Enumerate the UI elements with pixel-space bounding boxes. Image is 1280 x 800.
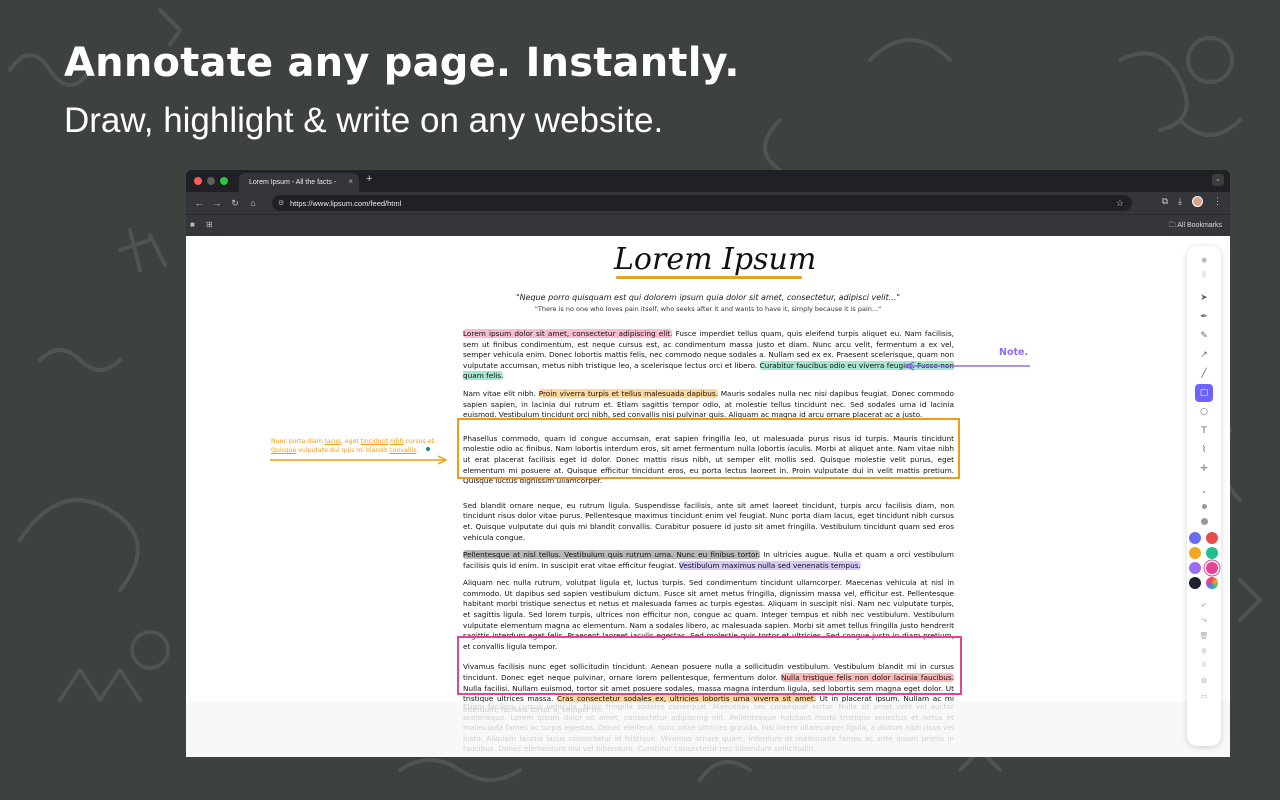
color-picker-icon[interactable] xyxy=(1205,577,1218,589)
color-green[interactable] xyxy=(1205,547,1218,559)
page-quote-translation: "There is no one who loves pain itself, … xyxy=(534,305,882,313)
close-window-button[interactable] xyxy=(194,177,202,185)
profile-avatar[interactable] xyxy=(1192,196,1203,207)
web-page: Lorem Ipsum "Neque porro quisquam est qu… xyxy=(186,236,1230,757)
window-controls xyxy=(194,177,228,185)
note-annotation-label[interactable]: Note. xyxy=(999,347,1028,358)
paragraph-5: Pellentesque at nisl tellus. Vestibulum … xyxy=(463,550,954,571)
tab-search-icon[interactable]: ⌄ xyxy=(1212,174,1224,186)
new-tab-button[interactable]: + xyxy=(366,173,372,185)
logo-underline xyxy=(616,276,802,279)
highlight-gray: Pellentesque at nisl tellus. Vestibulum … xyxy=(463,550,761,560)
display-icon[interactable]: ▭ xyxy=(1195,689,1213,703)
stroke-size-large[interactable] xyxy=(1195,515,1213,529)
cursor-icon[interactable]: ➤ xyxy=(1195,289,1213,307)
menu-icon[interactable]: ⋮ xyxy=(1213,196,1222,207)
camera-icon[interactable]: ⌷ xyxy=(1195,659,1213,673)
laser-icon[interactable]: ✛ xyxy=(1195,460,1213,478)
highlight-pink: Lorem ipsum dolor sit amet, consectetur … xyxy=(463,329,673,338)
tune-icon[interactable]: ⚙ xyxy=(278,199,284,207)
rectangle-annotation-orange[interactable] xyxy=(457,418,960,479)
paragraph-2: Nam vitae elit nibh. Proin viverra turpi… xyxy=(463,388,954,421)
tab-close-icon[interactable]: × xyxy=(348,177,353,186)
extensions-icon[interactable]: ⧉ xyxy=(1162,196,1168,207)
star-icon[interactable]: ☆ xyxy=(1116,198,1124,209)
side-note-text: Quisque xyxy=(271,447,297,454)
paragraph-8-faded: Etiam facilisis cursus vehicula. Nunc fr… xyxy=(463,702,954,754)
toolbar-right: ⧉ ⤓ ⋮ xyxy=(1162,196,1222,207)
color-purple[interactable] xyxy=(1188,562,1201,574)
forward-icon[interactable]: → xyxy=(208,198,226,208)
color-black[interactable] xyxy=(1188,577,1201,589)
minimize-window-button[interactable] xyxy=(207,177,215,185)
text-icon[interactable]: T xyxy=(1195,422,1213,440)
trash-icon[interactable]: 🗑 xyxy=(1195,629,1213,643)
side-note-text: cursus et. xyxy=(403,438,436,445)
browser-chrome: Lorem Ipsum - All the facts - × + ⌄ ← → … xyxy=(186,170,1230,236)
browser-window: Lorem Ipsum - All the facts - × + ⌄ ← → … xyxy=(186,170,1230,757)
side-note-text: tincidunt xyxy=(360,438,389,445)
color-orange[interactable] xyxy=(1188,547,1201,559)
address-bar[interactable]: ⚙ https://www.lipsum.com/feed/html ☆ xyxy=(272,195,1132,211)
side-note-text: , eget xyxy=(340,438,361,445)
hero-subtitle: Draw, highlight & write on any website. xyxy=(64,101,664,140)
reload-icon[interactable]: ↻ xyxy=(226,198,244,209)
line-icon[interactable]: ╱ xyxy=(1195,365,1213,383)
apps-icon[interactable]: ⊞ xyxy=(206,220,213,229)
page-quote: "Neque porro quisquam est qui dolorem ip… xyxy=(515,293,901,302)
clear-icon[interactable]: ⊘ xyxy=(1195,644,1213,658)
color-red[interactable] xyxy=(1205,532,1218,544)
paragraph-4: Sed blandit ornare neque, eu rutrum ligu… xyxy=(463,500,954,542)
pencil-icon[interactable]: ✎ xyxy=(1195,327,1213,345)
rectangle-icon[interactable]: ▢ xyxy=(1195,383,1213,402)
stroke-size-small[interactable] xyxy=(1195,485,1213,499)
color-blue[interactable] xyxy=(1188,532,1201,544)
color-pink[interactable] xyxy=(1205,562,1218,574)
url-text: https://www.lipsum.com/feed/html xyxy=(290,198,402,208)
tab-bar: Lorem Ipsum - All the facts - × + ⌄ xyxy=(186,170,1230,192)
all-bookmarks[interactable]: 🗀 All Bookmarks xyxy=(1169,221,1222,232)
side-note-text: lacus xyxy=(324,438,341,445)
side-note-text: nibh xyxy=(390,438,404,445)
arrow-icon[interactable]: ↗ xyxy=(1195,346,1213,364)
stroke-size-medium[interactable] xyxy=(1195,500,1213,514)
orange-arrow[interactable] xyxy=(270,455,448,465)
color-swatches xyxy=(1188,532,1220,589)
annotation-toolbar: ◉ ⠿ ➤ ✒ ✎ ↗ ╱ ▢ ○ T ⌇ ✛ ↶ ↷ 🗑 ⊘ ⌷ ⚙ ▭ xyxy=(1187,246,1221,746)
side-note-text: . xyxy=(416,447,419,454)
side-note-text: convallis xyxy=(389,447,417,454)
paragraph-1: Lorem ipsum dolor sit amet, consectetur … xyxy=(463,329,955,382)
hero-title: Annotate any page. Instantly. xyxy=(64,40,740,86)
tab-lorem-ipsum[interactable]: Lorem Ipsum - All the facts - × xyxy=(239,173,359,192)
side-note-text: Nunc porta diam xyxy=(271,438,325,445)
pen-nib-icon[interactable]: ✒ xyxy=(1195,308,1213,326)
side-note-text: vulputate dui quis mi blandit xyxy=(296,447,390,454)
settings-icon[interactable]: ⚙ xyxy=(1195,674,1213,688)
circle-icon[interactable]: ○ xyxy=(1195,403,1213,421)
back-icon[interactable]: ← xyxy=(190,198,208,208)
download-icon[interactable]: ⤓ xyxy=(1178,196,1182,207)
maximize-window-button[interactable] xyxy=(220,177,228,185)
eye-icon[interactable]: ◉ xyxy=(1195,253,1213,267)
tab-title: Lorem Ipsum - All the facts - xyxy=(249,179,337,186)
highlight-yellow: Proin viverra turpis et tellus malesuada… xyxy=(538,388,719,398)
undo-icon[interactable]: ↶ xyxy=(1195,599,1213,613)
site-logo[interactable]: Lorem Ipsum xyxy=(614,242,816,277)
home-icon[interactable]: ⌂ xyxy=(244,198,262,208)
nav-toolbar: ← → ↻ ⌂ ⚙ https://www.lipsum.com/feed/ht… xyxy=(186,192,1230,214)
all-bookmarks-label: All Bookmarks xyxy=(1177,222,1222,229)
highlighter-icon[interactable]: ⌇ xyxy=(1195,441,1213,459)
drag-handle-icon[interactable]: ⠿ xyxy=(1195,268,1213,282)
side-note-annotation[interactable]: Nunc porta diam lacus, eget tincidunt ni… xyxy=(271,437,441,455)
bookmark-icon-1[interactable]: ■ xyxy=(190,220,195,229)
paragraph-text: Nam vitae elit nibh. xyxy=(463,388,539,398)
bookmarks-bar: ■ ⊞ 🗀 All Bookmarks xyxy=(186,214,1230,236)
rectangle-annotation-pink[interactable] xyxy=(457,636,962,695)
highlight-purple: Vestibulum maximus nulla sed venenatis t… xyxy=(678,560,861,570)
redo-icon[interactable]: ↷ xyxy=(1195,614,1213,628)
